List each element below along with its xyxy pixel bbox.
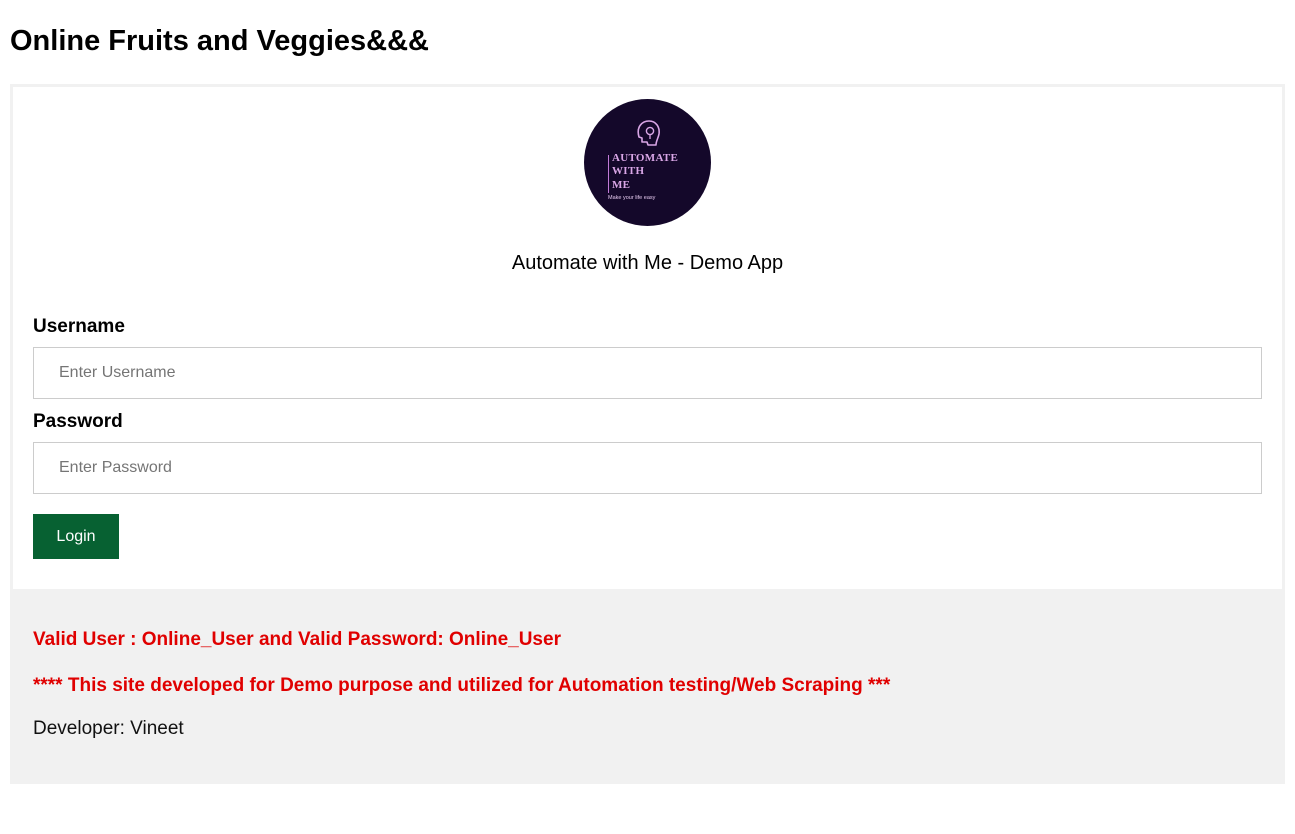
page-title: Online Fruits and Veggies&&& [10,25,429,57]
logo-text-line: AUTOMATE [612,152,679,164]
demo-disclaimer: **** This site developed for Demo purpos… [33,675,891,696]
logo-text-line: ME [612,179,631,191]
logo: AUTOMATE WITH ME Make your life easy [584,99,711,226]
logo-divider [608,155,609,193]
credentials-note: Valid User : Online_User and Valid Passw… [33,629,561,650]
username-label: Username [33,316,125,337]
footer: Valid User : Online_User and Valid Passw… [10,589,1285,784]
logo-text-line: WITH [612,165,645,177]
login-button[interactable]: Login [33,514,119,559]
logo-tagline: Make your life easy [608,195,656,201]
password-label: Password [33,411,123,432]
developer-credit: Developer: Vineet [33,718,184,739]
app-name: Automate with Me - Demo App [511,252,784,274]
password-input[interactable] [33,442,1262,494]
username-input[interactable] [33,347,1262,399]
